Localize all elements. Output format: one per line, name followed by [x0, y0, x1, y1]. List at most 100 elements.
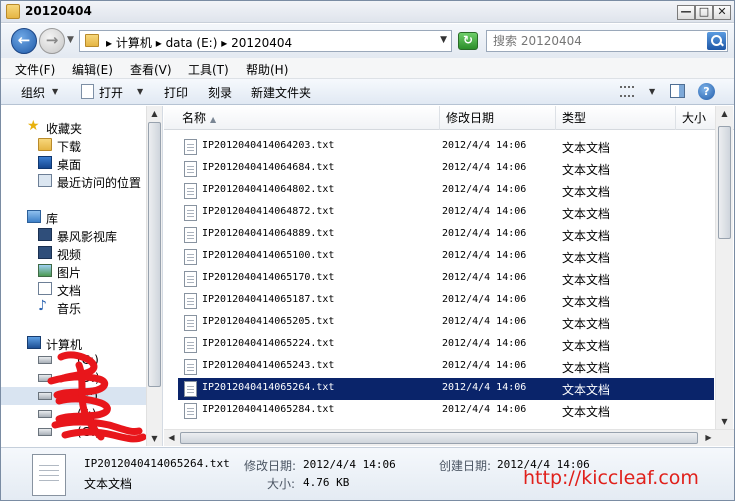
- chevron-down-icon[interactable]: ▼: [649, 87, 655, 96]
- breadcrumb: ▸ 计算机 ▸ data (E:) ▸ 20120404: [106, 34, 292, 51]
- text-file-icon: [184, 337, 197, 353]
- close-button[interactable]: ✕: [713, 5, 731, 20]
- breadcrumb-separator: ▸: [155, 36, 162, 50]
- watermark-text: http://kiccleaf.com: [523, 467, 699, 489]
- file-modified-date: 2012/4/4 14:06: [442, 316, 527, 327]
- scroll-down-arrow[interactable]: ▼: [716, 414, 733, 430]
- text-file-icon: [184, 381, 197, 397]
- file-name: IP2012040414065264.txt: [202, 382, 335, 393]
- new-folder-button[interactable]: 新建文件夹: [251, 84, 311, 101]
- print-button[interactable]: 打印: [164, 84, 188, 101]
- burn-button[interactable]: 刻录: [208, 84, 232, 101]
- file-type: 文本文档: [562, 361, 611, 375]
- nav-item-baofeng[interactable]: 暴风影视库: [1, 226, 146, 244]
- forward-button[interactable]: →: [39, 28, 65, 54]
- file-row[interactable]: IP2012040414064802.txt 2012/4/4 14:06 文本文档: [178, 180, 714, 202]
- scroll-up-arrow[interactable]: ▲: [716, 106, 733, 122]
- menu-edit[interactable]: 编辑(E): [72, 61, 113, 78]
- file-modified-date: 2012/4/4 14:06: [442, 162, 527, 173]
- file-row[interactable]: IP2012040414064203.txt 2012/4/4 14:06 文本文档: [178, 136, 714, 158]
- back-button[interactable]: ←: [11, 28, 37, 54]
- text-file-icon: [184, 183, 197, 199]
- picture-icon: [38, 264, 52, 277]
- file-name: IP2012040414065100.txt: [202, 250, 335, 261]
- column-header-name[interactable]: 名称 ▲: [176, 106, 440, 130]
- scrollbar-thumb[interactable]: [180, 432, 698, 444]
- music-note-icon: ♪: [38, 298, 47, 314]
- search-input[interactable]: [493, 33, 703, 49]
- scrollbar-thumb[interactable]: [148, 122, 161, 387]
- file-row[interactable]: IP2012040414064684.txt 2012/4/4 14:06 文本文档: [178, 158, 714, 180]
- file-modified-date: 2012/4/4 14:06: [442, 184, 527, 195]
- nav-item-recent[interactable]: 最近访问的位置: [1, 172, 146, 190]
- menu-view[interactable]: 查看(V): [130, 61, 172, 78]
- file-row[interactable]: IP2012040414064889.txt 2012/4/4 14:06 文本文档: [178, 224, 714, 246]
- search-icon[interactable]: [707, 32, 726, 50]
- nav-item-videos[interactable]: 视频: [1, 244, 146, 262]
- file-type: 文本文档: [562, 273, 611, 287]
- details-created-label: 创建日期:: [439, 459, 492, 473]
- scrollbar-thumb[interactable]: [718, 126, 731, 239]
- chevron-down-icon[interactable]: ▼: [137, 87, 143, 96]
- file-type: 文本文档: [562, 229, 611, 243]
- file-row[interactable]: IP2012040414065170.txt 2012/4/4 14:06 文本文档: [178, 268, 714, 290]
- chevron-down-icon[interactable]: ▼: [440, 35, 447, 45]
- file-list-vertical-scrollbar[interactable]: ▲ ▼: [715, 106, 733, 430]
- menu-bar: 文件(F) 编辑(E) 查看(V) 工具(T) 帮助(H): [1, 58, 734, 79]
- window-title: 20120404: [25, 4, 92, 18]
- refresh-button[interactable]: ↻: [458, 32, 478, 50]
- text-file-icon: [184, 205, 197, 221]
- column-header-date[interactable]: 修改日期: [440, 106, 556, 130]
- nav-item-pictures[interactable]: 图片: [1, 262, 146, 280]
- nav-item-documents[interactable]: 文档: [1, 280, 146, 298]
- menu-file[interactable]: 文件(F): [15, 61, 55, 78]
- help-icon[interactable]: ?: [698, 83, 715, 100]
- breadcrumb-folder[interactable]: 20120404: [231, 36, 292, 50]
- file-list-horizontal-scrollbar[interactable]: ◀ ▶: [164, 429, 734, 446]
- star-icon: ★: [27, 118, 40, 134]
- file-row[interactable]: IP2012040414065243.txt 2012/4/4 14:06 文本文档: [178, 356, 714, 378]
- file-row[interactable]: IP2012040414065205.txt 2012/4/4 14:06 文本文档: [178, 312, 714, 334]
- scroll-down-arrow[interactable]: ▼: [147, 431, 162, 446]
- chevron-down-icon[interactable]: ▼: [52, 87, 58, 96]
- scroll-left-arrow[interactable]: ◀: [164, 430, 179, 446]
- text-file-icon: [184, 403, 197, 419]
- file-type: 文本文档: [562, 295, 611, 309]
- navigation-scrollbar[interactable]: ▲ ▼: [146, 106, 162, 446]
- recent-places-icon: [38, 174, 52, 187]
- column-header-size[interactable]: 大小: [676, 106, 716, 130]
- address-bar[interactable]: ▸ 计算机 ▸ data (E:) ▸ 20120404 ▼: [79, 30, 452, 52]
- scroll-right-arrow[interactable]: ▶: [701, 430, 716, 446]
- minimize-button[interactable]: —: [677, 5, 695, 20]
- nav-libraries[interactable]: 库: [1, 208, 146, 226]
- file-row[interactable]: IP2012040414065100.txt 2012/4/4 14:06 文本文档: [178, 246, 714, 268]
- nav-computer[interactable]: 计算机: [1, 334, 146, 352]
- nav-item-desktop[interactable]: 桌面: [1, 154, 146, 172]
- menu-tools[interactable]: 工具(T): [188, 61, 229, 78]
- open-button[interactable]: 打开: [99, 84, 123, 101]
- file-type: 文本文档: [562, 163, 611, 177]
- organize-button[interactable]: 组织: [21, 84, 45, 101]
- folder-icon: [85, 34, 99, 47]
- nav-favorites[interactable]: ★ 收藏夹: [1, 118, 146, 136]
- nav-item-downloads[interactable]: 下载: [1, 136, 146, 154]
- menu-help[interactable]: 帮助(H): [246, 61, 288, 78]
- explorer-window: 20120404 — □ ✕ ← → ▼ ▸ 计算机 ▸ data (E:) ▸…: [0, 0, 735, 501]
- file-row[interactable]: IP2012040414065187.txt 2012/4/4 14:06 文本文档: [178, 290, 714, 312]
- nav-item-music[interactable]: ♪ 音乐: [1, 298, 146, 316]
- preview-pane-icon[interactable]: [670, 84, 685, 98]
- scroll-up-arrow[interactable]: ▲: [147, 106, 162, 121]
- file-row[interactable]: IP2012040414064872.txt 2012/4/4 14:06 文本文档: [178, 202, 714, 224]
- maximize-button[interactable]: □: [695, 5, 713, 20]
- column-header-type[interactable]: 类型: [556, 106, 676, 130]
- file-row[interactable]: IP2012040414065224.txt 2012/4/4 14:06 文本文档: [178, 334, 714, 356]
- file-row[interactable]: IP2012040414065264.txt 2012/4/4 14:06 文本文档: [178, 378, 714, 400]
- file-type: 文本文档: [562, 383, 611, 397]
- file-name: IP2012040414064802.txt: [202, 184, 335, 195]
- recent-pages-dropdown[interactable]: ▼: [67, 35, 74, 45]
- breadcrumb-drive[interactable]: data (E:): [166, 36, 218, 50]
- view-options-icon[interactable]: [620, 86, 634, 97]
- file-row[interactable]: IP2012040414065284.txt 2012/4/4 14:06 文本文档: [178, 400, 714, 422]
- details-filename: IP2012040414065264.txt: [84, 457, 230, 470]
- breadcrumb-computer[interactable]: 计算机: [116, 36, 152, 50]
